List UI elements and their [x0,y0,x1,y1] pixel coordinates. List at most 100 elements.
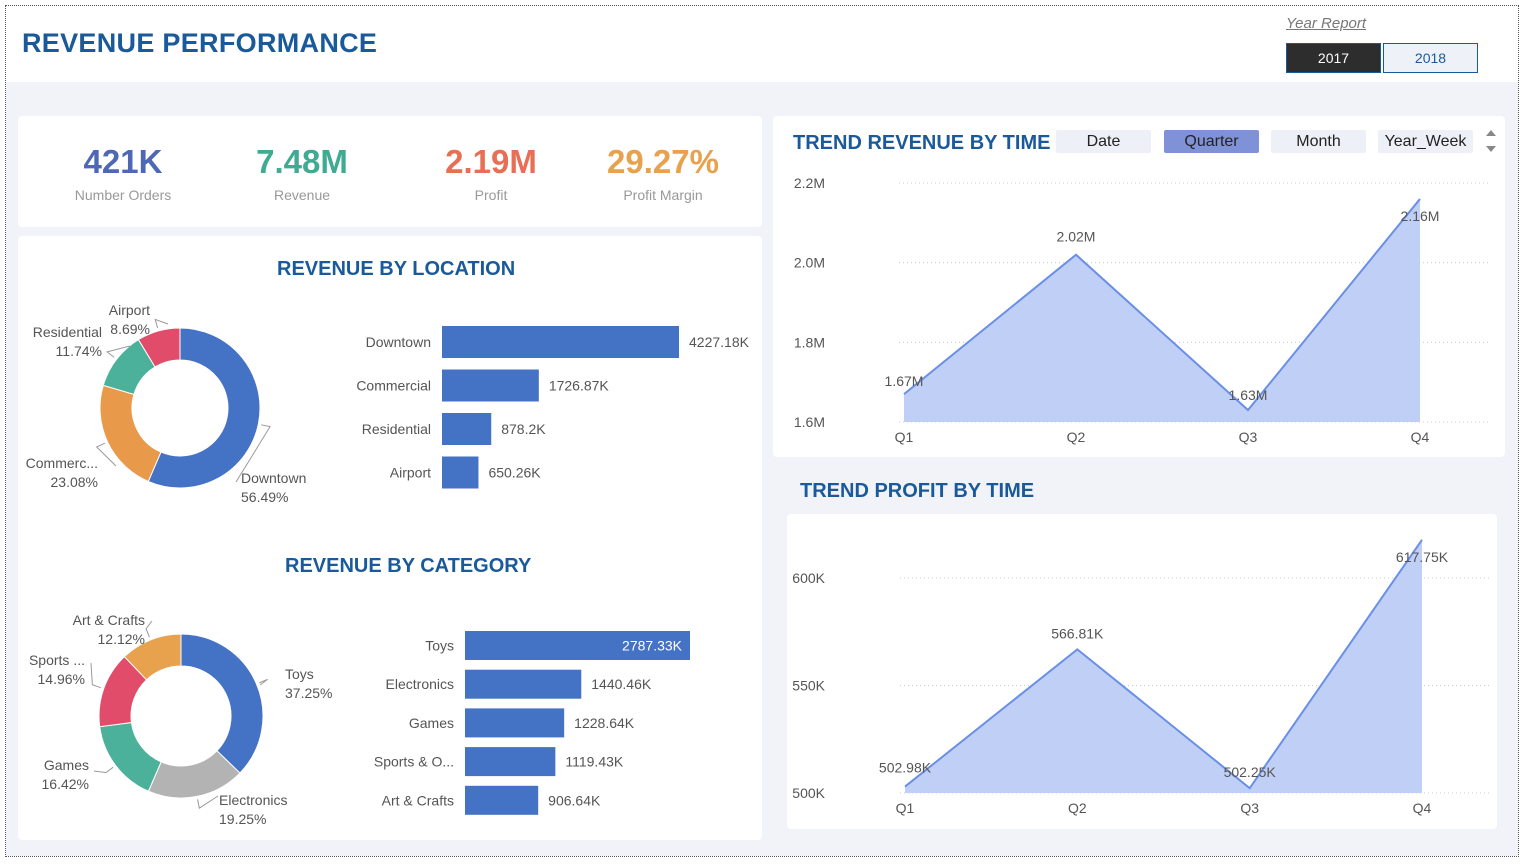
location-bar-chart: Downtown 4227.18K Commercial 1726.87K Reside… [356,326,750,489]
bar-value-label: 878.2K [501,421,546,437]
y-tick-label: 2.2M [794,175,825,191]
location-section-title: REVENUE BY LOCATION [277,258,516,280]
bar-category-label: Toys [425,638,454,654]
slicer-date[interactable]: Date [1056,130,1151,153]
slicer-quarter[interactable]: Quarter [1164,130,1259,153]
slice-label: Toys [285,666,314,682]
bar-category-label: Games [409,715,454,731]
donut-slice [99,721,162,792]
slice-label: Downtown [241,470,306,486]
bar [465,785,539,815]
year-2017-button[interactable]: 2017 [1286,43,1381,73]
leader-line [90,662,102,689]
leader-line [154,318,169,329]
slice-label: Commerc... [26,455,98,471]
area-fill [904,198,1420,422]
year-report-label: Year Report [1286,15,1367,32]
y-tick-label: 550K [792,678,825,694]
slicer-scroll-arrows[interactable] [1484,127,1498,155]
x-tick-label: Q2 [1067,429,1086,445]
category-section-title: REVENUE BY CATEGORY [285,555,532,577]
kpi-label: Number Orders [74,187,172,203]
bar-value-label: 4227.18K [689,334,750,350]
x-tick-label: Q1 [896,800,915,816]
leader-line [197,795,219,810]
y-tick-label: 600K [792,570,825,586]
kpi-value: 7.48M [256,143,348,180]
bar [442,456,479,489]
slice-label: Airport [109,302,150,318]
category-donut-chart: Toys 37.25% Electronics 19.25% Games 16.42% Sp… [29,612,333,827]
x-tick-label: Q3 [1239,429,1258,445]
bar-category-label: Commercial [356,378,431,394]
point-label: 1.63M [1229,387,1268,403]
bar [442,326,679,358]
trend-revenue-title: TREND REVENUE BY TIME [793,132,1051,154]
slice-percent: 37.25% [285,685,332,701]
slice-percent: 23.08% [51,474,98,490]
slicer-year-week[interactable]: Year_Week [1378,130,1473,153]
bar-value-label: 1726.87K [549,378,610,394]
kpi-number-orders: 421K Number Orders [38,143,208,203]
point-label: 617.75K [1396,549,1449,565]
point-label: 2.02M [1057,229,1096,245]
point-label: 1.67M [885,373,924,389]
bar-category-label: Electronics [386,676,454,692]
point-label: 502.98K [879,760,932,776]
bar [465,747,556,777]
slice-percent: 19.25% [219,811,266,827]
kpi-value: 421K [83,143,163,180]
y-tick-label: 1.6M [794,414,825,430]
page-title: REVENUE PERFORMANCE [22,28,378,58]
leader-line [145,620,153,638]
x-tick-label: Q4 [1411,429,1430,445]
kpi-profit-margin: 29.27% Profit Margin [578,143,748,203]
bar-category-label: Art & Crafts [382,792,454,808]
kpi-profit: 2.19M Profit [406,143,576,203]
bar [465,669,582,699]
leader-line [93,766,114,774]
bar-value-label: 1119.43K [565,754,624,770]
slice-percent: 16.42% [42,776,89,792]
y-tick-label: 2.0M [794,255,825,271]
trend-profit-title: TREND PROFIT BY TIME [800,480,1035,502]
slice-label: Residential [33,324,102,340]
bar [442,413,492,445]
slicer-month[interactable]: Month [1271,130,1366,153]
year-2018-button[interactable]: 2018 [1383,43,1478,73]
donut-slice [180,633,264,774]
bar-value-label: 1228.64K [574,715,635,731]
bar-category-label: Sports & O... [374,754,454,770]
location-donut-chart: Downtown 56.49% Commerc... 23.08% Residentia… [26,302,307,505]
kpi-value: 29.27% [607,143,719,180]
bar [465,708,565,738]
bar-category-label: Downtown [366,334,431,350]
x-tick-label: Q2 [1068,800,1087,816]
kpi-label: Profit Margin [623,187,703,203]
trend-revenue-chart: 1.6M 1.8M 2.0M 2.2M 1.67M Q1 2.02M Q2 1.63M Q3 2.1… [794,175,1490,445]
category-bar-chart: Toys 2787.33K Electronics 1440.46K Games 1228… [374,631,690,815]
x-tick-label: Q1 [895,429,914,445]
slice-percent: 14.96% [38,671,85,687]
bar-value-label: 906.64K [548,792,601,808]
slice-percent: 11.74% [56,343,102,359]
point-label: 502.25K [1224,764,1277,780]
donut-slice [99,384,162,483]
slice-label: Sports ... [29,652,85,668]
slice-label: Electronics [219,792,287,808]
bar-category-label: Airport [390,465,431,481]
y-tick-label: 1.8M [794,334,825,350]
bar [442,369,539,402]
scroll-up-icon [1486,130,1496,136]
slice-percent: 8.69% [110,321,150,337]
bar-category-label: Residential [362,421,431,437]
kpi-label: Profit [474,187,508,203]
bar-value-label: 1440.46K [591,676,652,692]
trend-profit-chart: 500K 550K 600K 502.98K Q1 566.81K Q2 502.25K Q3 6… [792,539,1492,816]
x-tick-label: Q4 [1413,800,1432,816]
point-label: 566.81K [1051,625,1104,641]
point-label: 2.16M [1401,208,1440,224]
y-tick-label: 500K [792,785,825,801]
kpi-value: 2.19M [445,143,537,180]
x-tick-label: Q3 [1240,800,1259,816]
